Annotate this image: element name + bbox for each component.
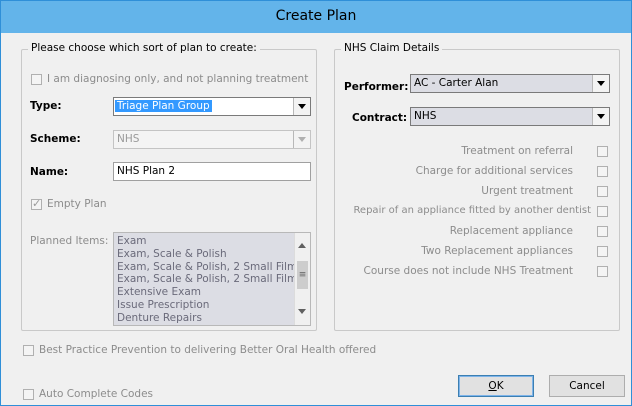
diagnosing-only-checkbox[interactable] bbox=[31, 74, 42, 85]
plan-name-input[interactable]: NHS Plan 2 bbox=[113, 162, 311, 181]
nhs-claim-details-legend: NHS Claim Details bbox=[341, 42, 443, 54]
best-practice-label: Best Practice Prevention to delivering B… bbox=[39, 344, 377, 356]
name-label: Name: bbox=[30, 166, 69, 178]
contract-dropdown[interactable]: NHS bbox=[410, 107, 610, 126]
option-checkbox-replacement-appliance[interactable] bbox=[597, 226, 608, 237]
option-checkbox-repair-appliance[interactable] bbox=[597, 206, 608, 217]
ok-button-label: K bbox=[496, 380, 504, 392]
planned-items-label: Planned Items: bbox=[30, 235, 109, 247]
contract-dropdown-value: NHS bbox=[414, 110, 437, 122]
scroll-thumb[interactable]: ≡ bbox=[297, 261, 308, 289]
chevron-down-icon[interactable] bbox=[592, 75, 609, 92]
option-label-course-no-nhs-treatment: Course does not include NHS Treatment bbox=[363, 265, 573, 277]
list-item[interactable]: Exam, Scale & Polish bbox=[114, 248, 294, 261]
empty-plan-checkbox[interactable] bbox=[31, 197, 42, 210]
list-item[interactable]: Exam bbox=[114, 235, 294, 248]
scheme-dropdown[interactable]: NHS bbox=[113, 130, 311, 149]
window-title: Create Plan bbox=[1, 1, 631, 33]
auto-complete-label: Auto Complete Codes bbox=[39, 388, 154, 400]
option-checkbox-charge-additional-services[interactable] bbox=[597, 166, 608, 177]
list-item[interactable]: Exam, Scale & Polish, 2 Small Films, bbox=[114, 273, 306, 286]
ok-button[interactable]: OK bbox=[458, 375, 534, 397]
contract-label: Contract: bbox=[352, 112, 408, 124]
plan-type-group-legend: Please choose which sort of plan to crea… bbox=[28, 42, 260, 54]
chevron-down-icon[interactable] bbox=[592, 108, 609, 125]
empty-plan-label: Empty Plan bbox=[47, 198, 107, 210]
planned-items-scrollbar[interactable]: ≡ bbox=[294, 233, 310, 325]
type-label: Type: bbox=[30, 100, 62, 112]
option-label-charge-additional-services: Charge for additional services bbox=[415, 165, 573, 177]
create-plan-dialog: Create Plan Please choose which sort of … bbox=[0, 0, 632, 406]
best-practice-checkbox[interactable] bbox=[23, 345, 34, 356]
performer-dropdown-value: AC - Carter Alan bbox=[414, 77, 499, 89]
performer-label: Performer: bbox=[344, 81, 409, 93]
type-dropdown-value: Triage Plan Group bbox=[115, 100, 212, 112]
planned-items-container: Exam Exam, Scale & Polish Exam, Scale & Po… bbox=[114, 233, 306, 325]
option-label-treatment-on-referral: Treatment on referral bbox=[461, 145, 573, 157]
option-label-urgent-treatment: Urgent treatment bbox=[481, 185, 573, 197]
scroll-down-icon[interactable] bbox=[298, 309, 307, 315]
list-item[interactable]: Denture Repairs bbox=[114, 312, 294, 325]
option-checkbox-treatment-on-referral[interactable] bbox=[597, 146, 608, 157]
cancel-button[interactable]: Cancel bbox=[549, 375, 625, 397]
scheme-label: Scheme: bbox=[30, 133, 81, 145]
scroll-up-icon[interactable] bbox=[298, 243, 307, 249]
type-dropdown[interactable]: Triage Plan Group bbox=[113, 97, 311, 116]
performer-dropdown[interactable]: AC - Carter Alan bbox=[410, 74, 610, 93]
scheme-dropdown-value: NHS bbox=[117, 133, 140, 145]
option-label-replacement-appliance: Replacement appliance bbox=[449, 225, 573, 237]
option-checkbox-urgent-treatment[interactable] bbox=[597, 186, 608, 197]
auto-complete-checkbox[interactable] bbox=[23, 389, 34, 400]
planned-items-list[interactable]: Exam Exam, Scale & Polish Exam, Scale & Po… bbox=[113, 232, 311, 326]
option-checkbox-two-replacement-appliances[interactable] bbox=[597, 246, 608, 257]
ok-button-mnemonic: O bbox=[488, 380, 497, 392]
option-checkbox-course-no-nhs-treatment[interactable] bbox=[597, 266, 608, 277]
chevron-down-icon[interactable] bbox=[293, 98, 310, 115]
chevron-down-icon[interactable] bbox=[293, 131, 310, 148]
list-item[interactable]: Exam, Scale & Polish, 2 Small Films bbox=[114, 261, 303, 274]
option-label-repair-appliance: Repair of an appliance fitted by another… bbox=[353, 205, 591, 216]
list-item[interactable]: Extensive Exam bbox=[114, 286, 294, 299]
option-label-two-replacement-appliances: Two Replacement appliances bbox=[421, 245, 573, 257]
diagnosing-only-label: I am diagnosing only, and not planning t… bbox=[47, 73, 309, 85]
list-item[interactable]: Issue Prescription bbox=[114, 299, 294, 312]
